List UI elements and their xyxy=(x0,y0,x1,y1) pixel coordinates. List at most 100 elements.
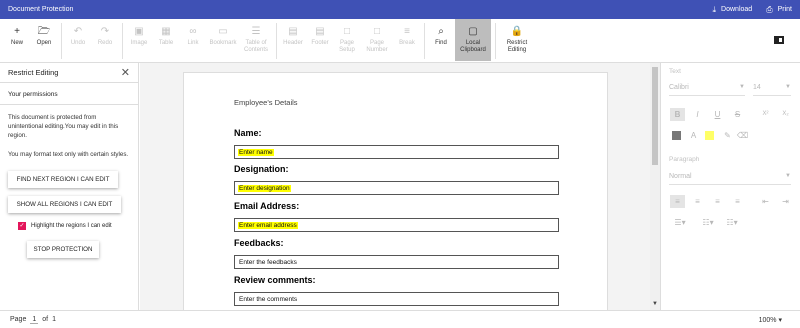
toolbar-toc-button[interactable]: ☰ Table of Contents xyxy=(240,19,272,61)
align-center-button[interactable]: ≡ xyxy=(690,195,705,208)
bold-button[interactable]: B xyxy=(670,108,685,121)
stop-protection-button[interactable]: STOP PROTECTION xyxy=(27,241,99,258)
toolbar-new-button[interactable]: + New xyxy=(4,19,30,61)
toolbar-label: Find xyxy=(435,40,447,46)
redo-icon: ↷ xyxy=(100,26,110,37)
font-family-dropdown[interactable]: Calibri ▼ xyxy=(669,84,745,96)
document-canvas[interactable]: Employee's Details Name: Enter name Desi… xyxy=(140,63,650,310)
strikethrough-button[interactable]: S xyxy=(730,108,745,121)
italic-button[interactable]: I xyxy=(690,108,705,121)
increase-indent-button[interactable]: ⇥ xyxy=(778,195,793,208)
bookmark-icon: ▭ xyxy=(218,26,228,37)
scroll-down-icon[interactable]: ▼ xyxy=(652,301,658,307)
page-setup-icon: □ xyxy=(343,26,351,37)
find-icon: ⌕ xyxy=(438,26,444,37)
highlight-color-icon[interactable] xyxy=(705,131,714,140)
toolbar-separator xyxy=(495,23,496,59)
new-icon: + xyxy=(14,26,20,37)
email-field[interactable]: Enter email address xyxy=(234,218,559,232)
download-icon: ⤓ xyxy=(712,4,717,14)
toolbar-header-button[interactable]: ▤ Header xyxy=(280,19,306,61)
font-family-value: Calibri xyxy=(669,84,689,91)
subscript-button[interactable]: X₂ xyxy=(778,108,793,121)
status-bar: Page 1 of 1 100% ▾ xyxy=(0,310,800,328)
chevron-down-icon: ▼ xyxy=(739,84,745,90)
designation-field[interactable]: Enter designation xyxy=(234,181,559,195)
line-spacing-button[interactable]: ☰▾ xyxy=(670,216,690,229)
toolbar-bookmark-button[interactable]: ▭ Bookmark xyxy=(207,19,239,61)
toc-icon: ☰ xyxy=(251,26,261,37)
toolbar-undo-button[interactable]: ↶ Undo xyxy=(65,19,91,61)
find-next-region-button[interactable]: FIND NEXT REGION I CAN EDIT xyxy=(8,171,118,188)
field-label: Name: xyxy=(234,128,262,138)
protected-text: This document is protected from unintent… xyxy=(8,114,119,139)
toolbar-label: Redo xyxy=(97,40,113,46)
page-label: Page xyxy=(10,316,27,323)
underline-button[interactable]: U xyxy=(710,108,725,121)
restrict-editing-title: Restrict Editing xyxy=(8,68,59,77)
toolbar-restrict-editing-button[interactable]: 🔒 Restrict Editing xyxy=(499,19,535,61)
toolbar-image-button[interactable]: ▣ Image xyxy=(126,19,152,61)
zoom-dropdown[interactable]: 100% ▾ xyxy=(759,316,782,324)
toolbar-label: Image xyxy=(130,40,148,46)
image-icon: ▣ xyxy=(134,26,144,37)
toolbar-label: Footer xyxy=(311,40,329,46)
field-value: Enter email address xyxy=(238,222,298,229)
highlight-regions-checkbox[interactable]: ✓ Highlight the regions I can edit xyxy=(18,222,112,230)
toolbar-label: Open xyxy=(36,40,52,46)
toolbar-label: Local Clipboard xyxy=(460,40,486,53)
text-effects-icon[interactable]: A xyxy=(686,129,701,142)
name-field[interactable]: Enter name xyxy=(234,145,559,159)
printer-icon: ⎙ xyxy=(766,4,773,14)
toolbar-page-setup-button[interactable]: □ Page Setup xyxy=(334,19,360,61)
scrollbar-thumb[interactable] xyxy=(652,67,658,165)
local-clipboard-icon: ▢ xyxy=(468,26,478,37)
print-button[interactable]: ⎙ Print xyxy=(766,5,792,15)
download-label: Download xyxy=(721,6,753,13)
superscript-button[interactable]: X² xyxy=(758,108,773,121)
toolbar-open-button[interactable]: 🗁 Open xyxy=(31,19,57,61)
toolbar-footer-button[interactable]: ▤ Footer xyxy=(307,19,333,61)
toolbar-label: Restrict Editing xyxy=(506,40,528,53)
toolbar-find-button[interactable]: ⌕ Find xyxy=(428,19,454,61)
justify-button[interactable]: ≡ xyxy=(730,195,745,208)
clear-format-icon[interactable]: ⌫ xyxy=(735,129,750,142)
download-button[interactable]: ⤓ Download xyxy=(713,5,753,15)
highlighter-icon[interactable]: ✎ xyxy=(720,129,735,142)
field-value: Enter the comments xyxy=(239,296,298,303)
paragraph-caption: Paragraph xyxy=(669,156,700,163)
font-size-dropdown[interactable]: 14 ▼ xyxy=(753,84,791,96)
close-icon[interactable]: ✕ xyxy=(121,66,130,79)
toolbar-break-button[interactable]: ≡ Break xyxy=(394,19,420,61)
toolbar-redo-button[interactable]: ↷ Redo xyxy=(92,19,118,61)
chevron-down-icon: ▼ xyxy=(785,173,791,179)
numbered-list-button[interactable]: ☷▾ xyxy=(722,216,742,229)
style-dropdown[interactable]: Normal ▼ xyxy=(669,173,791,185)
align-right-button[interactable]: ≡ xyxy=(710,195,725,208)
toolbar-separator xyxy=(276,23,277,59)
bullet-list-button[interactable]: ☷▾ xyxy=(698,216,718,229)
toolbar-local-clipboard-button[interactable]: ▢ Local Clipboard xyxy=(455,19,491,61)
app-title: Document Protection xyxy=(8,6,74,13)
table-icon: ▦ xyxy=(161,26,171,37)
properties-pane-toggle-icon[interactable] xyxy=(774,36,784,44)
vertical-scrollbar[interactable]: ▼ xyxy=(650,63,660,310)
toolbar-page-number-button[interactable]: □ Page Number xyxy=(361,19,393,61)
feedbacks-field[interactable]: Enter the feedbacks xyxy=(234,255,559,269)
font-color-icon[interactable] xyxy=(672,131,681,140)
header-icon: ▤ xyxy=(288,26,298,37)
break-icon: ≡ xyxy=(404,26,410,37)
page-number-input[interactable]: 1 xyxy=(30,316,39,324)
field-value: Enter designation xyxy=(238,185,291,192)
comments-field[interactable]: Enter the comments xyxy=(234,292,559,306)
properties-pane: Text Calibri ▼ 14 ▼ B I U S X² X₂ A ✎ ⌫ … xyxy=(660,63,800,310)
check-icon: ✓ xyxy=(18,222,26,230)
align-left-button[interactable]: ≡ xyxy=(670,195,685,208)
show-all-regions-button[interactable]: SHOW ALL REGIONS I CAN EDIT xyxy=(8,196,121,213)
print-label: Print xyxy=(777,6,792,13)
zoom-value: 100% xyxy=(758,316,777,324)
toolbar-link-button[interactable]: ∞ Link xyxy=(180,19,206,61)
decrease-indent-button[interactable]: ⇤ xyxy=(758,195,773,208)
document-page[interactable]: Employee's Details Name: Enter name Desi… xyxy=(183,72,608,310)
toolbar-table-button[interactable]: ▦ Table xyxy=(153,19,179,61)
